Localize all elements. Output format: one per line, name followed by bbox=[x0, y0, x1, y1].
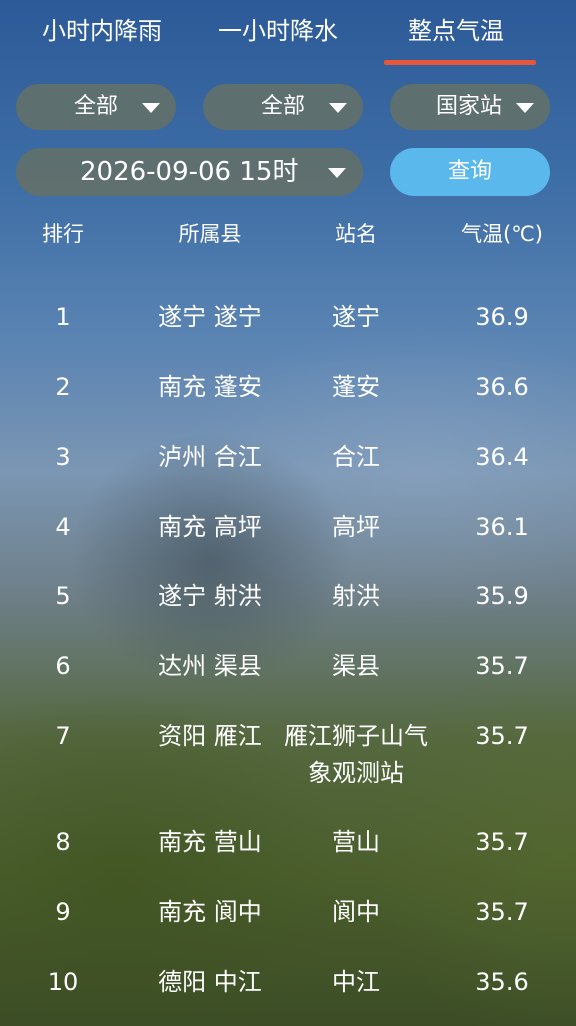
rank-cell: 8 bbox=[55, 828, 71, 856]
temperature-cell: 36.9 bbox=[475, 303, 529, 331]
table-row[interactable]: 3 泸州 合江 合江 36.4 bbox=[0, 439, 576, 479]
station-cell: 合江 bbox=[332, 443, 380, 471]
header-station: 站名 bbox=[335, 222, 377, 246]
region-dropdown[interactable]: 全部 bbox=[16, 84, 176, 130]
station-cell: 阆中 bbox=[332, 898, 380, 926]
county-cell: 南充 高坪 bbox=[158, 513, 262, 541]
temperature-cell: 36.6 bbox=[475, 373, 529, 401]
rank-cell: 3 bbox=[55, 443, 71, 471]
rank-cell: 4 bbox=[55, 513, 71, 541]
county-cell: 遂宁 遂宁 bbox=[158, 303, 262, 331]
county-cell: 南充 营山 bbox=[158, 828, 262, 856]
query-button[interactable]: 查询 bbox=[390, 148, 550, 196]
station-cell: 蓬安 bbox=[332, 373, 380, 401]
rank-cell: 2 bbox=[55, 373, 71, 401]
station-type-dropdown-label: 国家站 bbox=[436, 94, 503, 119]
county-cell: 泸州 合江 bbox=[158, 443, 262, 471]
station-cell: 渠县 bbox=[332, 652, 380, 680]
region-dropdown-label: 全部 bbox=[74, 94, 119, 119]
county-dropdown[interactable]: 全部 bbox=[203, 84, 363, 130]
chevron-down-icon bbox=[329, 103, 347, 113]
datetime-dropdown-label: 2026-09-06 15时 bbox=[80, 157, 299, 187]
table-row[interactable]: 1 遂宁 遂宁 遂宁 36.9 bbox=[0, 299, 576, 339]
rank-cell: 7 bbox=[55, 722, 71, 750]
table-row[interactable]: 2 南充 蓬安 蓬安 36.6 bbox=[0, 369, 576, 409]
active-tab-indicator bbox=[384, 60, 536, 65]
datetime-dropdown[interactable]: 2026-09-06 15时 bbox=[16, 148, 363, 196]
table-row[interactable]: 6 达州 渠县 渠县 35.7 bbox=[0, 648, 576, 688]
temperature-cell: 35.7 bbox=[475, 652, 529, 680]
header-county: 所属县 bbox=[178, 222, 242, 246]
header-temperature: 气温(℃) bbox=[461, 222, 543, 246]
table-row[interactable]: 7 资阳 雁江 雁江狮子山气象观测站 35.7 bbox=[0, 718, 576, 794]
rank-cell: 1 bbox=[55, 303, 71, 331]
station-cell: 雁江狮子山气象观测站 bbox=[284, 722, 428, 787]
chevron-down-icon bbox=[142, 103, 160, 113]
temperature-cell: 36.1 bbox=[475, 513, 529, 541]
table-row[interactable]: 10 德阳 中江 中江 35.6 bbox=[0, 964, 576, 1004]
temperature-cell: 35.7 bbox=[475, 722, 529, 750]
temperature-cell: 35.6 bbox=[475, 968, 529, 996]
table-row[interactable]: 4 南充 高坪 高坪 36.1 bbox=[0, 509, 576, 549]
table-row[interactable]: 8 南充 营山 营山 35.7 bbox=[0, 824, 576, 864]
chevron-down-icon bbox=[516, 103, 534, 113]
tab-bar: 小时内降雨 一小时降水 整点气温 bbox=[0, 0, 576, 66]
county-cell: 南充 蓬安 bbox=[158, 373, 262, 401]
station-cell: 遂宁 bbox=[332, 303, 380, 331]
county-dropdown-label: 全部 bbox=[261, 94, 306, 119]
temperature-cell: 35.9 bbox=[475, 582, 529, 610]
rank-cell: 9 bbox=[55, 898, 71, 926]
temperature-cell: 35.7 bbox=[475, 828, 529, 856]
county-cell: 资阳 雁江 bbox=[158, 722, 262, 750]
chevron-down-icon bbox=[328, 168, 346, 178]
station-type-dropdown[interactable]: 国家站 bbox=[390, 84, 550, 130]
rank-cell: 5 bbox=[55, 582, 71, 610]
table-row[interactable]: 5 遂宁 射洪 射洪 35.9 bbox=[0, 578, 576, 618]
county-cell: 遂宁 射洪 bbox=[158, 582, 262, 610]
header-rank: 排行 bbox=[42, 222, 84, 246]
temperature-cell: 35.7 bbox=[475, 898, 529, 926]
tab-one-hour-precipitation[interactable]: 一小时降水 bbox=[218, 14, 338, 48]
tab-hourly-temperature[interactable]: 整点气温 bbox=[408, 14, 504, 48]
rank-cell: 10 bbox=[47, 968, 79, 996]
station-cell: 高坪 bbox=[332, 513, 380, 541]
temperature-cell: 36.4 bbox=[475, 443, 529, 471]
county-cell: 达州 渠县 bbox=[158, 652, 262, 680]
station-cell: 中江 bbox=[332, 968, 380, 996]
rank-cell: 6 bbox=[55, 652, 71, 680]
tab-rain-within-hour[interactable]: 小时内降雨 bbox=[42, 14, 162, 48]
station-cell: 营山 bbox=[332, 828, 380, 856]
county-cell: 南充 阆中 bbox=[158, 898, 262, 926]
county-cell: 德阳 中江 bbox=[158, 968, 262, 996]
table-row[interactable]: 9 南充 阆中 阆中 35.7 bbox=[0, 894, 576, 934]
station-cell: 射洪 bbox=[332, 582, 380, 610]
